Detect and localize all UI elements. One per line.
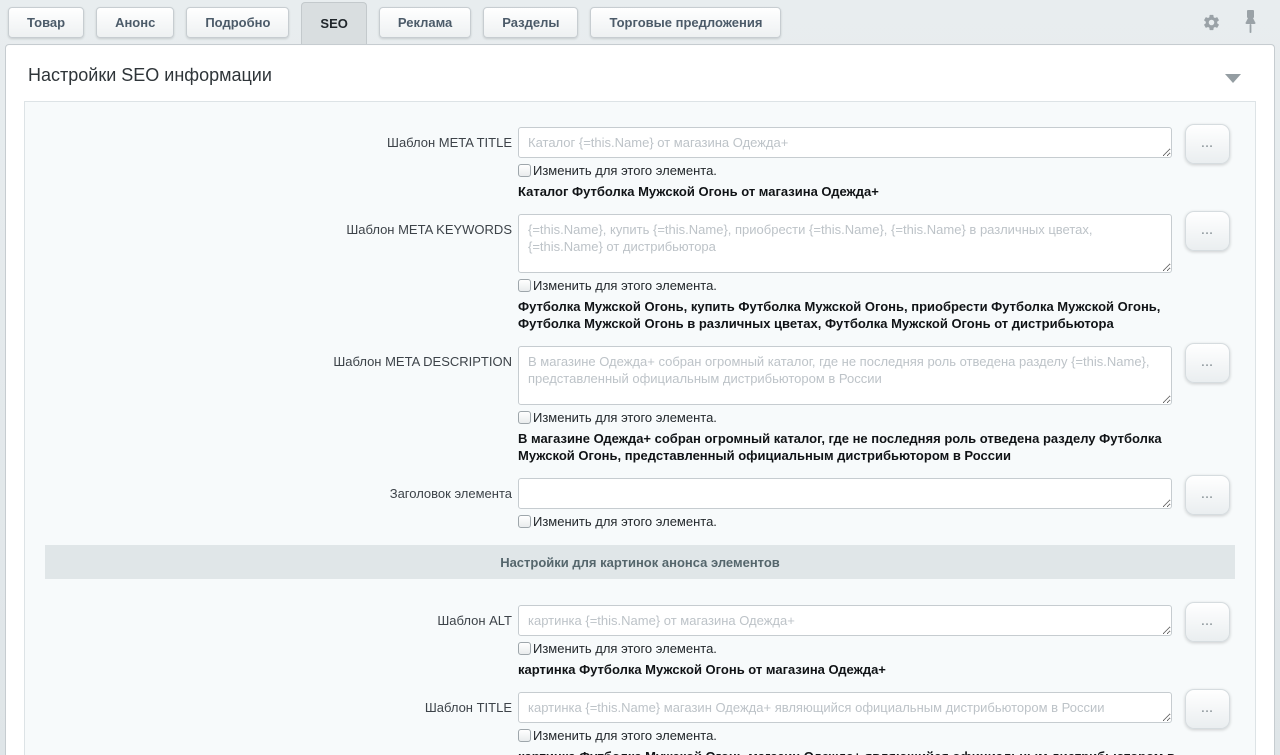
settings-gear-icon[interactable] — [1199, 9, 1223, 35]
tab-torgovye-predlozheniya[interactable]: Торговые предложения — [590, 7, 781, 38]
meta-title-more-button[interactable]: ... — [1185, 124, 1230, 164]
meta-description-computed-value: В магазине Одежда+ собран огромный катал… — [518, 430, 1216, 464]
title-template-row: Шаблон TITLE Изменить для этого элемента… — [25, 692, 1255, 755]
alt-change-checkbox[interactable] — [518, 642, 531, 655]
tab-anons[interactable]: Анонс — [96, 7, 174, 38]
seo-settings-panel: Настройки SEO информации Шаблон META TIT… — [5, 44, 1275, 755]
alt-computed-value: картинка Футболка Мужской Огонь от магаз… — [518, 661, 1216, 678]
tab-seo[interactable]: SEO — [301, 2, 366, 44]
title-computed-value: картинка Футболка Мужской Огонь магазин … — [518, 748, 1216, 755]
meta-keywords-row: Шаблон META KEYWORDS Изменить для этого … — [25, 214, 1255, 332]
field-label: Шаблон META DESCRIPTION — [25, 346, 518, 369]
alt-template-input[interactable] — [518, 605, 1172, 636]
meta-title-change-checkbox[interactable] — [518, 164, 531, 177]
element-title-input[interactable] — [518, 478, 1172, 509]
tab-podrobno[interactable]: Подробно — [186, 7, 289, 38]
meta-title-row: Шаблон META TITLE Изменить для этого эле… — [25, 127, 1255, 200]
tab-reklama[interactable]: Реклама — [379, 7, 471, 38]
meta-description-change-checkbox[interactable] — [518, 411, 531, 424]
seo-form: Шаблон META TITLE Изменить для этого эле… — [24, 101, 1256, 755]
title-change-checkbox[interactable] — [518, 729, 531, 742]
meta-keywords-more-button[interactable]: ... — [1185, 211, 1230, 251]
checkbox-label: Изменить для этого элемента. — [533, 278, 717, 293]
field-label: Шаблон META TITLE — [25, 127, 518, 150]
element-title-row: Заголовок элемента Изменить для этого эл… — [25, 478, 1255, 529]
title-template-input[interactable] — [518, 692, 1172, 723]
field-label: Шаблон ALT — [25, 605, 518, 628]
meta-description-more-button[interactable]: ... — [1185, 343, 1230, 383]
collapse-section-icon[interactable] — [1225, 74, 1241, 83]
title-more-button[interactable]: ... — [1185, 689, 1230, 729]
field-label: Шаблон META KEYWORDS — [25, 214, 518, 237]
meta-keywords-template-input[interactable] — [518, 214, 1172, 273]
tabbar-actions — [1199, 9, 1262, 35]
tab-bar: Товар Анонс Подробно SEO Реклама Разделы… — [0, 0, 1280, 44]
tab-razdely[interactable]: Разделы — [483, 7, 578, 38]
checkbox-label: Изменить для этого элемента. — [533, 410, 717, 425]
checkbox-label: Изменить для этого элемента. — [533, 514, 717, 529]
meta-title-computed-value: Каталог Футболка Мужской Огонь от магази… — [518, 183, 1216, 200]
tab-tovar[interactable]: Товар — [8, 7, 84, 38]
checkbox-label: Изменить для этого элемента. — [533, 728, 717, 743]
field-label: Заголовок элемента — [25, 478, 518, 501]
meta-description-template-input[interactable] — [518, 346, 1172, 405]
meta-keywords-change-checkbox[interactable] — [518, 279, 531, 292]
element-title-more-button[interactable]: ... — [1185, 475, 1230, 515]
alt-template-row: Шаблон ALT Изменить для этого элемента. … — [25, 605, 1255, 678]
alt-more-button[interactable]: ... — [1185, 602, 1230, 642]
meta-title-template-input[interactable] — [518, 127, 1172, 158]
pin-icon[interactable] — [1238, 9, 1262, 35]
panel-header: Настройки SEO информации — [6, 45, 1274, 101]
meta-description-row: Шаблон META DESCRIPTION Изменить для это… — [25, 346, 1255, 464]
images-section-header: Настройки для картинок анонса элементов — [45, 545, 1235, 579]
checkbox-label: Изменить для этого элемента. — [533, 641, 717, 656]
element-title-change-checkbox[interactable] — [518, 515, 531, 528]
meta-keywords-computed-value: Футболка Мужской Огонь, купить Футболка … — [518, 298, 1216, 332]
checkbox-label: Изменить для этого элемента. — [533, 163, 717, 178]
panel-title: Настройки SEO информации — [28, 65, 1250, 86]
field-label: Шаблон TITLE — [25, 692, 518, 715]
